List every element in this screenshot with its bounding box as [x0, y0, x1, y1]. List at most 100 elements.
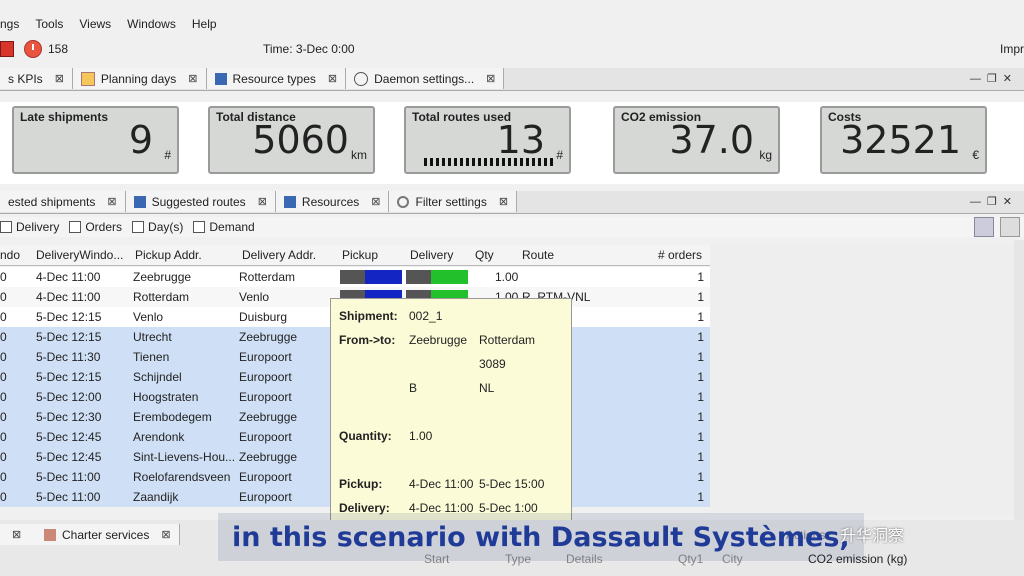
filter-orders[interactable]: Orders — [69, 220, 122, 234]
table-cell: 1 — [697, 370, 704, 384]
column-header[interactable]: Route — [522, 248, 554, 262]
table-cell: 5-Dec 12:15 — [36, 330, 102, 344]
table-cell: Venlo — [133, 310, 164, 324]
close-icon[interactable]: ⊠ — [486, 72, 495, 85]
column-header[interactable]: ndo — [0, 248, 20, 262]
checkbox[interactable] — [193, 221, 206, 233]
table-cell: Schijndel — [133, 370, 182, 384]
close-icon[interactable]: ⊠ — [371, 195, 380, 208]
filter-funnel-icon[interactable] — [974, 217, 994, 237]
kpi-total-routes: Total routes used 13 # — [404, 106, 571, 174]
kpi-unit: # — [556, 148, 563, 162]
calendar-icon — [80, 71, 95, 86]
tab-charter-services[interactable]: Charter services ⊠ — [36, 524, 180, 545]
kpi-label: Late shipments — [20, 110, 109, 124]
close-icon[interactable]: ⊠ — [55, 72, 64, 85]
close-icon[interactable]: ⊠ — [328, 72, 337, 85]
tab-label: Filter settings — [415, 194, 487, 209]
close-icon[interactable]: ⊠ — [12, 528, 21, 541]
counter-value: 158 — [48, 42, 69, 56]
watermark-logo: 升华洞察 — [840, 528, 905, 545]
column-header[interactable]: Pickup — [342, 248, 378, 262]
tooltip-from: Zeebrugge — [409, 333, 468, 347]
tab-daemon-settings[interactable]: Daemon settings... ⊠ — [346, 68, 505, 89]
kpi-unit: # — [164, 148, 171, 162]
table-cell: 5-Dec 11:00 — [36, 470, 101, 484]
filter-label: Orders — [85, 220, 123, 234]
tab-filter-settings[interactable]: Filter settings ⊠ — [389, 191, 518, 212]
tooltip-pickup-to: 5-Dec 15:00 — [479, 477, 545, 491]
table-cell: 5-Dec 12:15 — [36, 370, 102, 384]
table-cell: 1 — [697, 350, 704, 364]
table-cell: 1 — [697, 410, 704, 424]
menu-tools[interactable]: Tools — [35, 17, 63, 31]
table-cell: 0 — [0, 330, 7, 344]
tooltip-label: Pickup: — [339, 477, 383, 491]
tab-kpis[interactable]: s KPIs ⊠ — [0, 68, 73, 89]
menu-settings[interactable]: ngs — [0, 17, 19, 31]
menu-windows[interactable]: Windows — [127, 17, 176, 31]
tab-label: Charter services — [62, 527, 150, 542]
table-cell: Venlo — [239, 290, 270, 304]
column-header[interactable]: Delivery Addr. — [242, 248, 316, 262]
stop-button[interactable] — [0, 41, 14, 57]
table-cell: Europoort — [239, 490, 292, 504]
checkbox[interactable] — [132, 221, 145, 233]
table-cell: Zeebrugge — [239, 450, 298, 464]
tab-planning-days[interactable]: Planning days ⊠ — [72, 68, 207, 89]
close-icon[interactable]: ⊠ — [258, 195, 267, 208]
tab-suggested-shipments[interactable]: ested shipments ⊠ — [0, 191, 126, 212]
pickup-window-bar — [340, 270, 402, 284]
menu-help[interactable]: Help — [192, 17, 217, 31]
close-icon[interactable]: ⊠ — [161, 528, 170, 541]
table-cell: 4-Dec 11:00 — [36, 270, 101, 284]
vertical-scrollbar[interactable] — [1014, 240, 1024, 520]
tab-resources[interactable]: Resources ⊠ — [275, 191, 390, 212]
checkbox[interactable] — [0, 221, 12, 233]
filter-days[interactable]: Day(s) — [132, 220, 183, 234]
tooltip-label: From->to: — [339, 333, 396, 347]
table-cell: 5-Dec 11:30 — [36, 350, 101, 364]
column-header[interactable]: Delivery — [410, 248, 453, 262]
route-icon — [133, 195, 146, 208]
table-cell: 5-Dec 12:15 — [36, 310, 102, 324]
window-controls[interactable]: —❐✕ — [970, 195, 1018, 208]
column-header[interactable]: DeliveryWindo... — [36, 248, 123, 262]
truck-icon — [283, 195, 296, 208]
bottom-tab-prev[interactable]: ⊠ — [0, 524, 37, 545]
table-row[interactable]: 0 4-Dec 11:00 Zeebrugge Rotterdam 1.00 1 — [0, 267, 710, 287]
close-icon[interactable]: ⊠ — [107, 195, 116, 208]
top-tab-strip: s KPIs ⊠ Planning days ⊠ Resource types ⊠ D… — [0, 68, 1024, 91]
table-cell: 0 — [0, 490, 7, 504]
truck-icon — [214, 72, 227, 85]
close-icon[interactable]: ⊠ — [499, 195, 508, 208]
column-header[interactable]: Pickup Addr. — [135, 248, 202, 262]
table-cell: 0 — [0, 350, 7, 364]
table-cell: Europoort — [239, 370, 292, 384]
checkbox[interactable] — [69, 221, 82, 233]
window-controls[interactable]: —❐✕ — [970, 72, 1018, 85]
menu-views[interactable]: Views — [79, 17, 111, 31]
time-display: Time: 3-Dec 0:00 — [263, 42, 355, 56]
filter-clear-icon[interactable] — [1000, 217, 1020, 237]
delivery-window-bar — [406, 270, 468, 284]
tab-suggested-routes[interactable]: Suggested routes ⊠ — [125, 191, 276, 212]
table-cell: 5-Dec 12:45 — [36, 430, 102, 444]
table-cell: Hoogstraten — [133, 390, 199, 404]
toolbar-right-text: Impr — [1000, 42, 1024, 56]
alarm-icon — [24, 40, 42, 58]
tooltip-from-country: B — [409, 381, 418, 395]
counter-button[interactable]: 158 — [24, 40, 68, 58]
table-cell: Zaandijk — [133, 490, 179, 504]
column-header[interactable]: # orders — [658, 248, 702, 262]
filter-delivery[interactable]: Delivery — [0, 220, 59, 234]
tab-resource-types[interactable]: Resource types ⊠ — [206, 68, 347, 89]
gear-icon — [397, 195, 410, 208]
close-icon[interactable]: ⊠ — [188, 72, 197, 85]
table-cell: 0 — [0, 470, 7, 484]
kpi-unit: € — [972, 148, 979, 162]
table-cell: Europoort — [239, 430, 292, 444]
column-header[interactable]: Qty — [475, 248, 494, 262]
filter-demand[interactable]: Demand — [193, 220, 255, 234]
table-cell: Tienen — [133, 350, 170, 364]
